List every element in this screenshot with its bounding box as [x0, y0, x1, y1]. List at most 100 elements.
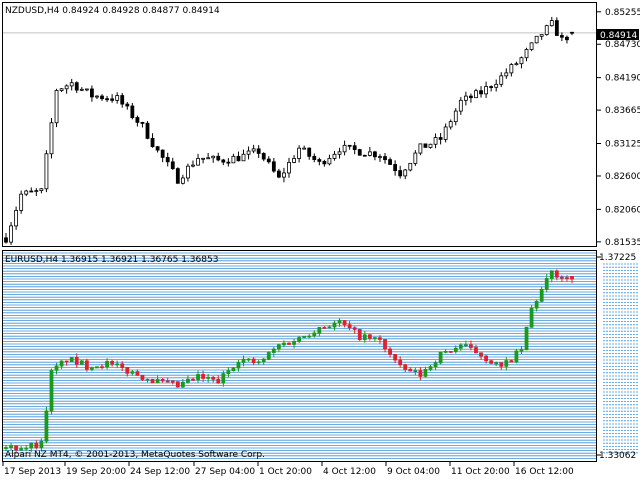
candle-body[interactable]: [145, 122, 150, 139]
candle-body[interactable]: [443, 350, 448, 353]
candle-body[interactable]: [453, 347, 458, 352]
candle-body[interactable]: [90, 88, 94, 98]
candle-body[interactable]: [226, 161, 231, 164]
candle-body[interactable]: [287, 342, 291, 345]
candle-body[interactable]: [150, 137, 155, 148]
candle-body[interactable]: [140, 122, 145, 124]
candle-body[interactable]: [554, 270, 559, 278]
candle-body[interactable]: [175, 168, 180, 184]
candle-body[interactable]: [120, 95, 125, 105]
candle-body[interactable]: [54, 90, 59, 124]
candle-body[interactable]: [292, 341, 296, 345]
candle-body[interactable]: [64, 360, 69, 363]
candle-body[interactable]: [59, 360, 64, 367]
candle-body[interactable]: [489, 360, 494, 364]
candle-body[interactable]: [539, 34, 544, 37]
candle-body[interactable]: [100, 366, 104, 369]
candle-body[interactable]: [24, 447, 29, 450]
candle-body[interactable]: [302, 147, 307, 150]
candle-body[interactable]: [408, 162, 413, 171]
candle-body[interactable]: [549, 20, 554, 27]
time-scale[interactable]: 17 Sep 2013 19 Sep 20:00 24 Sep 12:00 27 Se…: [2, 462, 574, 477]
candle-body[interactable]: [307, 147, 312, 157]
candle-body[interactable]: [479, 90, 483, 95]
candle-body[interactable]: [403, 364, 408, 370]
candle-body[interactable]: [544, 25, 549, 36]
candle-body[interactable]: [211, 155, 216, 159]
candle-body[interactable]: [29, 190, 34, 193]
candle-body[interactable]: [34, 442, 39, 449]
candle-body[interactable]: [95, 95, 99, 98]
candle-body[interactable]: [337, 320, 342, 324]
candle-body[interactable]: [125, 103, 130, 107]
candle-body[interactable]: [271, 161, 276, 172]
candle-body[interactable]: [276, 170, 281, 178]
candle-body[interactable]: [519, 57, 524, 65]
candle-body[interactable]: [549, 270, 554, 279]
candle-body[interactable]: [570, 31, 574, 34]
candle-body[interactable]: [570, 275, 574, 280]
candle-body[interactable]: [170, 380, 175, 383]
candle-body[interactable]: [469, 344, 473, 348]
candle-body[interactable]: [135, 371, 140, 376]
candle-body[interactable]: [494, 83, 499, 88]
candle-body[interactable]: [44, 410, 49, 442]
candle-body[interactable]: [418, 370, 423, 377]
candle-body[interactable]: [155, 378, 160, 384]
candle-body[interactable]: [312, 332, 317, 337]
candle-body[interactable]: [448, 350, 453, 353]
candle-body[interactable]: [115, 95, 120, 101]
candle-body[interactable]: [342, 144, 347, 153]
candle-body[interactable]: [302, 336, 307, 338]
candle-body[interactable]: [196, 374, 200, 381]
candle-body[interactable]: [322, 327, 327, 329]
candle-body[interactable]: [474, 347, 478, 354]
candle-body[interactable]: [362, 334, 367, 341]
candle-body[interactable]: [438, 351, 443, 364]
candle-body[interactable]: [29, 442, 34, 449]
candle-body[interactable]: [39, 188, 44, 192]
candle-body[interactable]: [463, 95, 468, 101]
candle-body[interactable]: [388, 159, 392, 165]
candle-body[interactable]: [115, 363, 120, 366]
candle-body[interactable]: [39, 440, 44, 449]
chart-canvas[interactable]: 0.85255 0.84730 0.84190 0.83665 0.83125 0.826…: [0, 0, 640, 480]
candle-body[interactable]: [165, 380, 170, 383]
candle-body[interactable]: [90, 367, 94, 370]
candle-body[interactable]: [130, 105, 135, 118]
candle-body[interactable]: [423, 368, 428, 377]
candle-body[interactable]: [287, 162, 291, 174]
candle-body[interactable]: [565, 277, 569, 280]
candle-body[interactable]: [241, 153, 246, 162]
candle-body[interactable]: [373, 151, 377, 158]
candle-body[interactable]: [236, 362, 241, 369]
candle-body[interactable]: [261, 153, 266, 160]
candle-body[interactable]: [241, 358, 246, 363]
candle-body[interactable]: [74, 357, 79, 365]
candle-body[interactable]: [24, 190, 29, 195]
candle-body[interactable]: [201, 157, 205, 160]
candle-body[interactable]: [110, 360, 115, 365]
candle-body[interactable]: [261, 358, 266, 363]
candle-body[interactable]: [165, 156, 170, 163]
candle-body[interactable]: [100, 95, 104, 100]
candle-body[interactable]: [565, 36, 569, 41]
candle-body[interactable]: [297, 147, 302, 159]
candle-body[interactable]: [266, 352, 271, 360]
candle-body[interactable]: [216, 378, 221, 384]
candle-body[interactable]: [216, 155, 221, 161]
candle-body[interactable]: [322, 160, 327, 165]
candle-body[interactable]: [347, 144, 352, 147]
candle-body[interactable]: [494, 362, 499, 365]
candle-body[interactable]: [180, 177, 185, 184]
candle-body[interactable]: [458, 344, 463, 349]
candle-body[interactable]: [327, 158, 332, 165]
candle-body[interactable]: [423, 143, 428, 148]
candle-body[interactable]: [443, 126, 448, 140]
candle-body[interactable]: [428, 366, 433, 370]
candle-body[interactable]: [4, 447, 8, 449]
candle-body[interactable]: [160, 149, 165, 158]
candle-body[interactable]: [4, 237, 8, 243]
candle-body[interactable]: [438, 137, 443, 140]
candle-body[interactable]: [373, 337, 377, 340]
